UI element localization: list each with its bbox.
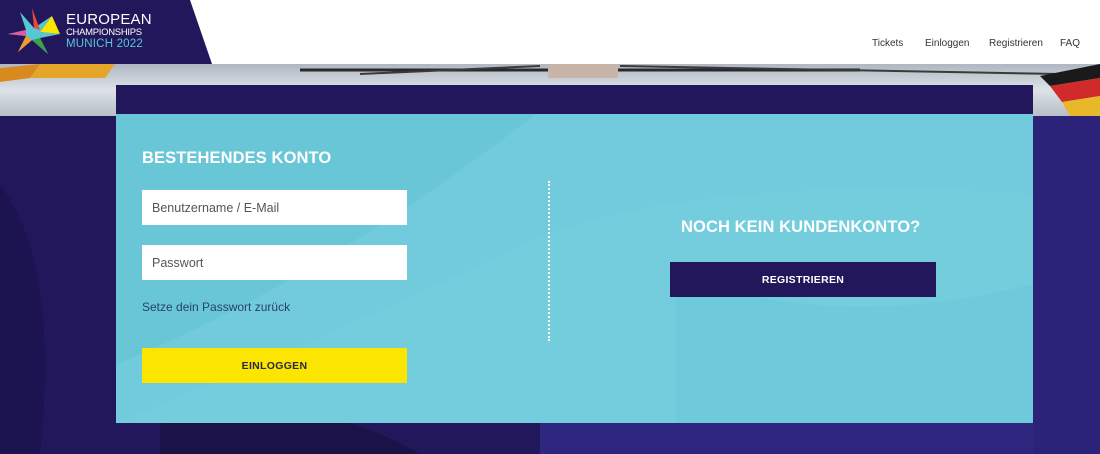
nav-tickets-link[interactable]: Tickets [872,38,903,49]
password-input[interactable] [142,245,407,280]
login-page: EUROPEAN CHAMPIONSHIPS MUNICH 2022 Ticke… [0,0,1100,454]
nav-faq-link[interactable]: FAQ [1060,38,1080,49]
register-button[interactable]: REGISTRIEREN [670,262,936,297]
nav-register-link[interactable]: Registrieren [989,38,1043,49]
no-account-title: NOCH KEIN KUNDENKONTO? [681,218,921,236]
vertical-divider [548,181,550,341]
logo-line-3: MUNICH 2022 [66,37,143,50]
site-header: EUROPEAN CHAMPIONSHIPS MUNICH 2022 Ticke… [0,0,1100,64]
login-button[interactable]: EINLOGGEN [142,348,407,383]
logo-line-1: EUROPEAN [66,11,152,28]
reset-password-link[interactable]: Setze dein Passwort zurück [142,300,290,314]
logo-line-2: CHAMPIONSHIPS [66,27,142,38]
card-top-bar [116,85,1033,114]
existing-account-title: BESTEHENDES KONTO [142,149,332,167]
brand-wordmark: EUROPEAN CHAMPIONSHIPS MUNICH 2022 [66,12,152,50]
nav-login-link[interactable]: Einloggen [925,38,969,49]
brand-logo-link[interactable]: EUROPEAN CHAMPIONSHIPS MUNICH 2022 [0,0,212,64]
login-card: BESTEHENDES KONTO Setze dein Passwort zu… [116,114,1033,423]
username-input[interactable] [142,190,407,225]
